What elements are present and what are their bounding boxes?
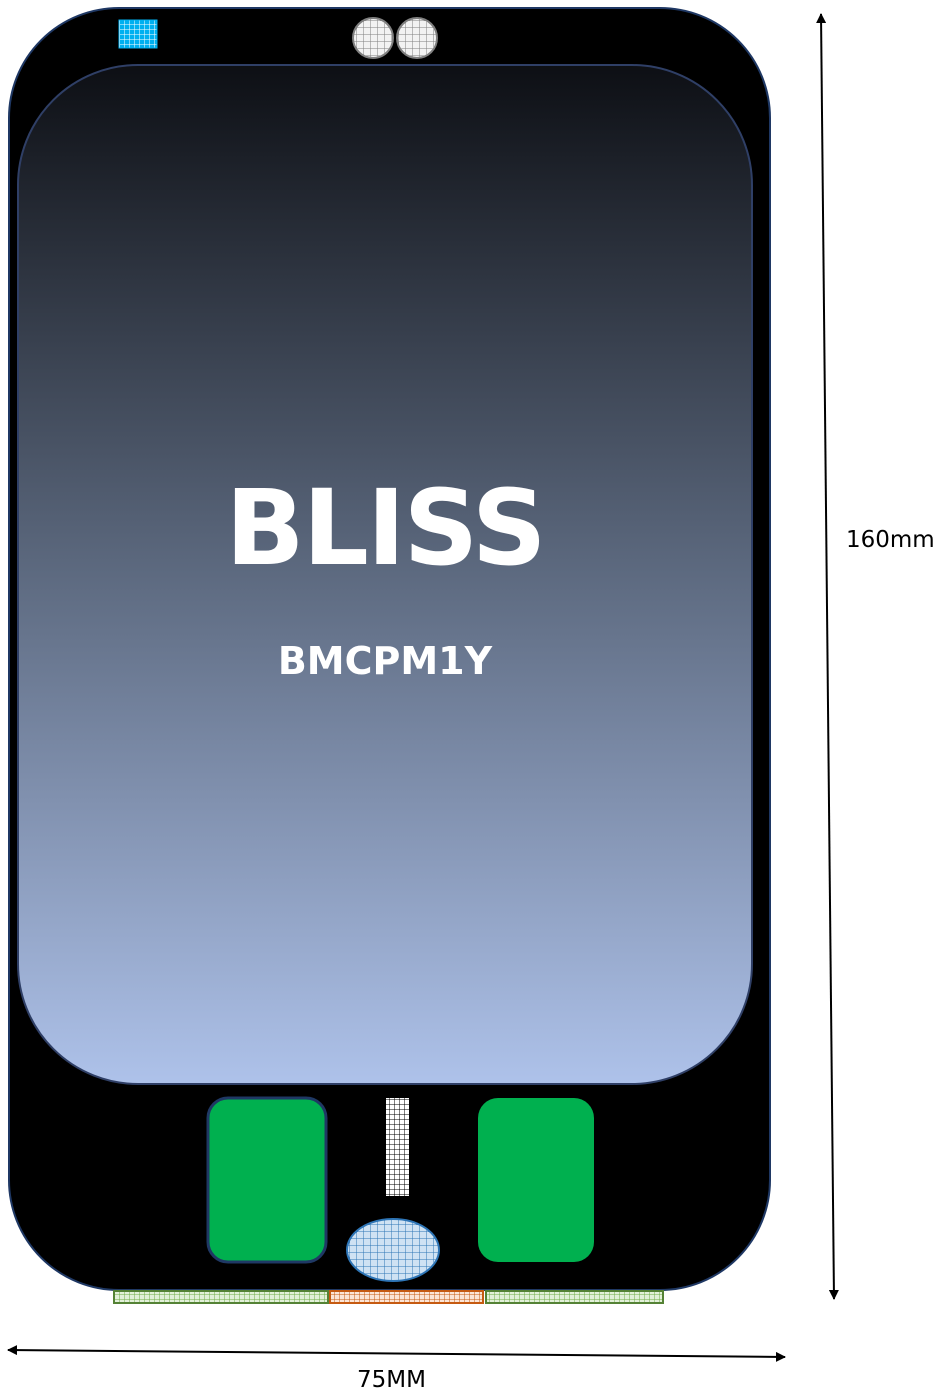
height-dimension-arrow — [816, 13, 839, 1300]
width-dimension-label: 75MM — [357, 1367, 426, 1393]
brand-title: BLISS — [225, 467, 546, 589]
width-dimension-arrow — [7, 1345, 786, 1362]
connector-strip-center — [329, 1290, 484, 1304]
fingerprint-sensor-icon — [346, 1218, 440, 1282]
right-key-pad — [478, 1098, 594, 1262]
front-sensor-icon — [118, 19, 158, 49]
height-dimension-label: 160mm — [846, 527, 935, 553]
model-label: BMCPM1Y — [277, 639, 493, 683]
connector-strip-right — [485, 1290, 664, 1304]
speaker-grille — [386, 1098, 409, 1196]
front-camera-left-icon — [352, 17, 394, 59]
front-camera-right-icon — [396, 17, 438, 59]
phone-diagram — [7, 7, 839, 1362]
connector-strip-left — [113, 1290, 329, 1304]
left-key-pad — [206, 1096, 328, 1264]
